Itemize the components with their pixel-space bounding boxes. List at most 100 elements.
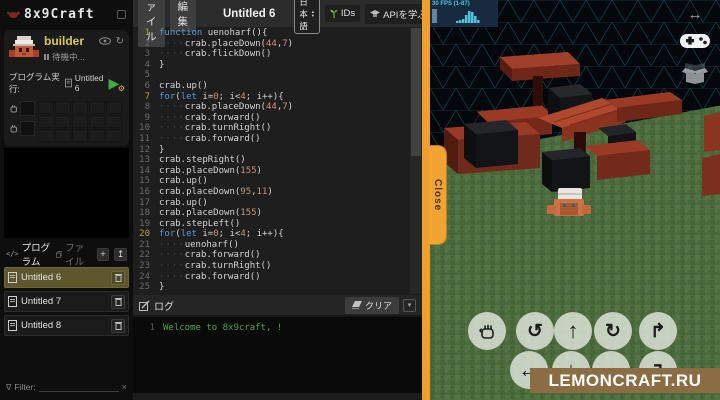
inventory-cell[interactable] xyxy=(55,129,71,142)
code-line[interactable]: 3 ····crab.flickDown() xyxy=(133,49,422,60)
code-line[interactable]: 13 crab.stepRight() xyxy=(133,155,422,166)
code-line[interactable]: 14 crab.placeDown(155) xyxy=(133,166,422,177)
inventory-cell[interactable] xyxy=(89,101,105,114)
log-icon xyxy=(139,300,150,311)
code-line[interactable]: 21 ····uenoharf() xyxy=(133,240,422,251)
robot-name[interactable]: builder xyxy=(44,35,94,48)
document-icon xyxy=(8,272,17,283)
trash-icon xyxy=(114,298,122,306)
delete-button[interactable] xyxy=(111,270,125,285)
log-entry: 1 Welcome to 8x9craft, ! xyxy=(149,323,283,333)
editor-column: ファイル 編集 Untitled 6 日本語 ▲▼ IDs xyxy=(133,0,432,400)
inventory-cell[interactable] xyxy=(72,101,88,114)
robot-view-panel xyxy=(4,148,129,238)
code-line[interactable]: 18 crab.placeDown(155) xyxy=(133,208,422,219)
resize-button[interactable]: ↔ xyxy=(680,5,710,23)
code-line[interactable]: 5 xyxy=(133,70,422,81)
hand-button[interactable] xyxy=(468,312,506,350)
code-line[interactable]: 19 crab.stepLeft() xyxy=(133,219,422,230)
code-line[interactable]: 25} xyxy=(133,282,422,293)
code-line[interactable]: 20 for(let i=0; i<4; i++){ xyxy=(133,229,422,240)
list-item-untitled-8[interactable]: Untitled 8 xyxy=(4,315,129,336)
edit-menu-button[interactable]: 編集 xyxy=(169,0,196,32)
inventory-cell[interactable] xyxy=(106,101,122,114)
box-icon xyxy=(682,63,708,84)
game-view[interactable]: 30 FPS (1-87) ↔ ↺ ↑ ↻ ↱ ← LEMONCRAFT.RU xyxy=(430,0,720,400)
inventory-button[interactable] xyxy=(680,60,710,86)
inventory-cell[interactable] xyxy=(106,115,122,128)
hand-slot-icon xyxy=(10,105,17,113)
graduation-cap-icon xyxy=(370,9,381,17)
filter-clear-icon[interactable]: × xyxy=(122,382,127,392)
list-item-untitled-6[interactable]: Untitled 6 xyxy=(4,267,129,288)
code-line[interactable]: 10 ····crab.turnRight() xyxy=(133,123,422,134)
code-line[interactable]: 7 for(let i=0; i<4; i++){ xyxy=(133,92,422,103)
watermark-text: LEMONCRAFT.RU xyxy=(548,370,702,390)
inventory-cell[interactable] xyxy=(72,129,88,142)
code-line[interactable]: 6 crab.up() xyxy=(133,81,422,92)
code-line[interactable]: 9 ····crab.forward() xyxy=(133,113,422,124)
eraser-icon xyxy=(351,301,362,309)
code-line[interactable]: 12} xyxy=(133,145,422,156)
hand-slot-1[interactable] xyxy=(20,101,35,116)
scrollbar-thumb[interactable] xyxy=(411,28,421,156)
inventory-cell[interactable] xyxy=(38,115,54,128)
code-line[interactable]: 15 crab.up() xyxy=(133,176,422,187)
close-panel-button[interactable]: Close xyxy=(429,145,447,245)
refresh-icon[interactable]: ↻ xyxy=(116,37,124,47)
robot-card: builder 待機中... ↻ プログラム実行: Untitled 6 ▶ ⚙ xyxy=(4,30,129,146)
eye-icon[interactable] xyxy=(98,37,111,45)
editor-scrollbar[interactable] xyxy=(410,28,422,294)
list-item-untitled-7[interactable]: Untitled 7 xyxy=(4,291,129,312)
document-icon xyxy=(8,320,17,331)
inventory-cell[interactable] xyxy=(106,129,122,142)
log-output[interactable]: 1 Welcome to 8x9craft, ! xyxy=(133,317,422,393)
code-line[interactable]: 23 ····crab.turnRight() xyxy=(133,261,422,272)
log-menu-icon[interactable]: ▾ xyxy=(403,298,416,312)
inventory-cell[interactable] xyxy=(89,129,105,142)
crab-logo-icon xyxy=(7,11,20,18)
forward-button[interactable]: ↑ xyxy=(554,312,592,350)
controller-button[interactable] xyxy=(678,28,712,54)
filter-label: Filter: xyxy=(14,382,36,392)
inventory-cell[interactable] xyxy=(55,115,71,128)
panel-toggle-icon[interactable] xyxy=(117,9,126,19)
inventory xyxy=(9,101,124,142)
inventory-cell[interactable] xyxy=(38,101,54,114)
code-line[interactable]: 24 ····crab.forward() xyxy=(133,272,422,283)
inventory-grid[interactable] xyxy=(38,101,122,142)
rotate-right-button[interactable]: ↻ xyxy=(594,312,632,350)
inventory-cell[interactable] xyxy=(38,129,54,142)
ids-button[interactable]: IDs xyxy=(324,5,361,22)
tab-files[interactable]: ファイル xyxy=(55,240,92,268)
file-name: Untitled 8 xyxy=(21,320,62,331)
inventory-cell[interactable] xyxy=(72,115,88,128)
filter-icon: ∇ xyxy=(6,382,12,392)
filter-input[interactable] xyxy=(38,382,119,392)
hand-slot-2[interactable] xyxy=(20,121,35,136)
code-line[interactable]: 1 function uenoharf(){ xyxy=(133,28,422,39)
tab-program[interactable]: </> プログラム xyxy=(6,240,51,268)
delete-button[interactable] xyxy=(111,294,125,309)
code-line[interactable]: 8 ····crab.placeDown(44,7) xyxy=(133,102,422,113)
code-line[interactable]: 4} xyxy=(133,60,422,71)
delete-button[interactable] xyxy=(111,318,125,333)
log-footer xyxy=(133,393,422,400)
code-line[interactable]: 17 crab.up() xyxy=(133,198,422,209)
code-line[interactable]: 11 ····crab.forward() xyxy=(133,134,422,145)
trash-icon xyxy=(114,322,122,330)
rotate-left-button[interactable]: ↺ xyxy=(516,312,554,350)
clear-log-button[interactable]: クリア xyxy=(344,296,399,314)
upload-button[interactable]: ↥ xyxy=(114,247,127,261)
inventory-cell[interactable] xyxy=(89,115,105,128)
add-program-button[interactable]: + xyxy=(96,247,110,261)
code-line[interactable]: 2 ····crab.placeDown(44,7) xyxy=(133,39,422,50)
code-editor[interactable]: 1 function uenoharf(){2 ····crab.placeDown… xyxy=(133,28,422,294)
step-up-button[interactable]: ↱ xyxy=(639,312,677,350)
code-icon: </> xyxy=(6,250,19,258)
run-program-button[interactable]: ▶ ⚙ xyxy=(109,75,125,93)
code-line[interactable]: 22 ····crab.forward() xyxy=(133,250,422,261)
inventory-cell[interactable] xyxy=(55,101,71,114)
robot-avatar[interactable] xyxy=(9,35,39,65)
code-line[interactable]: 16 crab.placeDown(95,11) xyxy=(133,187,422,198)
